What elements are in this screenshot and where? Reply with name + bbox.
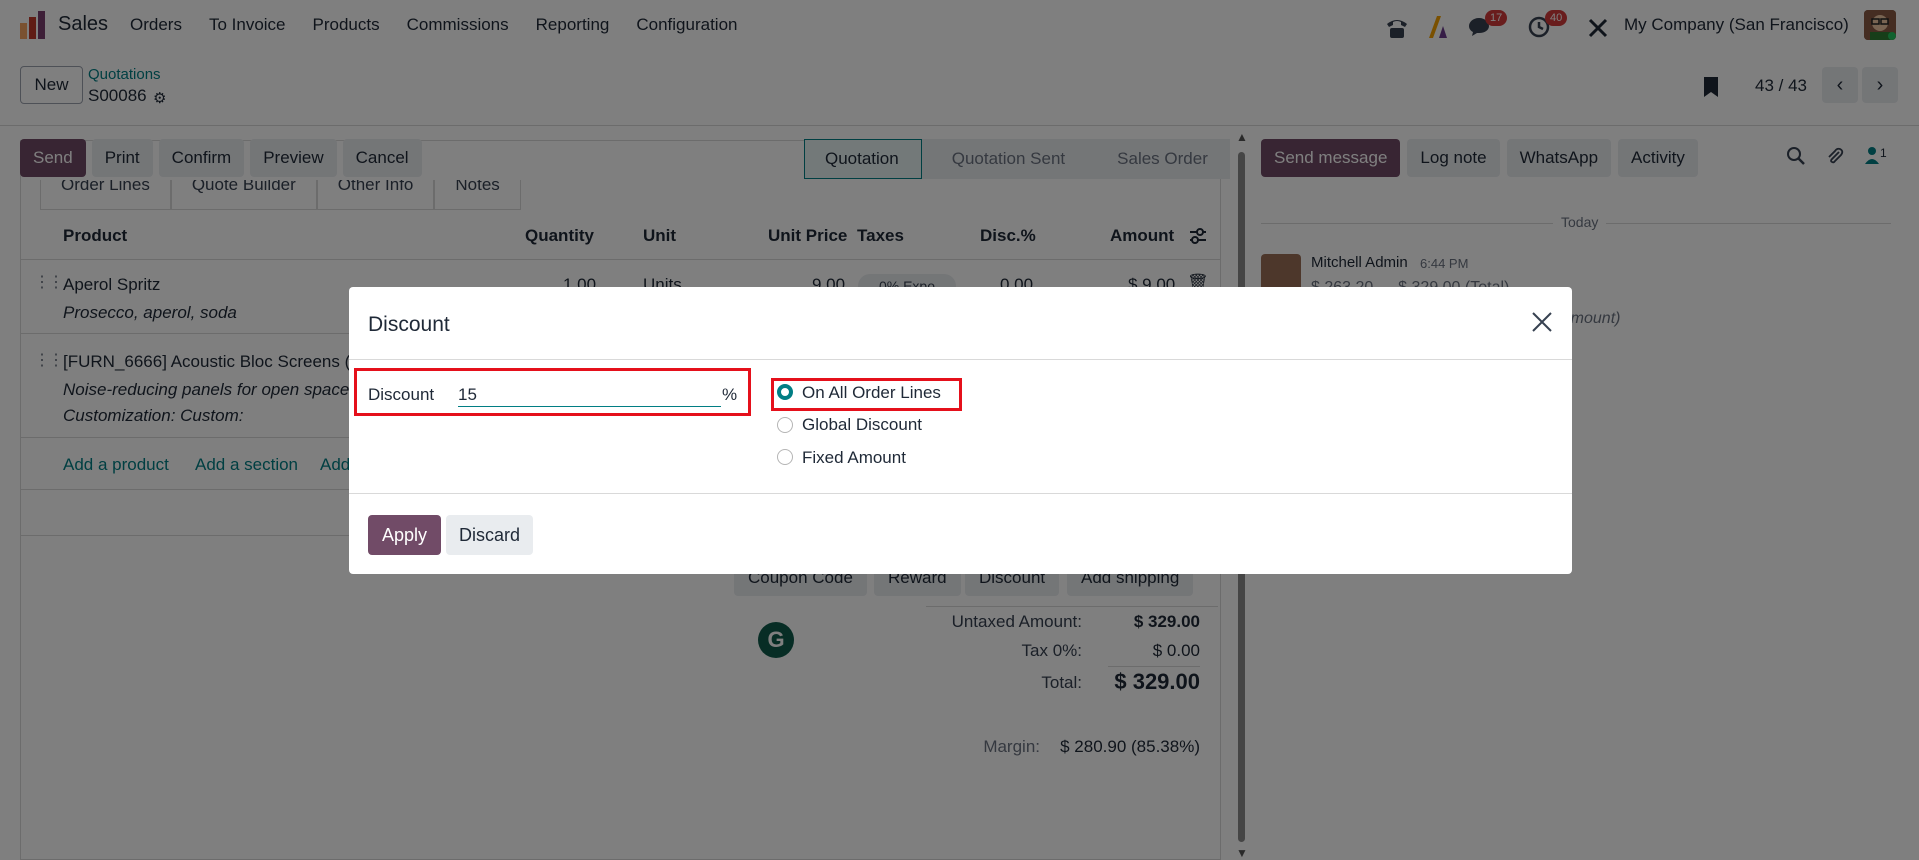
discount-field-label: Discount [368,385,435,404]
dialog-header-divider [349,359,1572,360]
discount-dialog: Discount Discount % On All Order Lines G… [349,287,1572,574]
radio-label-on-all-order-lines[interactable]: On All Order Lines [802,383,941,403]
discount-input[interactable] [458,383,721,407]
discard-button[interactable]: Discard [446,515,533,555]
dialog-footer-divider [349,493,1572,494]
close-icon[interactable] [1529,309,1555,335]
percent-sign: % [722,385,738,404]
apply-button[interactable]: Apply [368,515,441,555]
radio-global-discount[interactable] [777,417,793,433]
dialog-title: Discount [368,313,450,336]
radio-fixed-amount[interactable] [777,449,793,465]
radio-label-fixed-amount[interactable]: Fixed Amount [802,448,906,468]
radio-label-global-discount[interactable]: Global Discount [802,415,922,435]
radio-on-all-order-lines[interactable] [777,384,793,400]
